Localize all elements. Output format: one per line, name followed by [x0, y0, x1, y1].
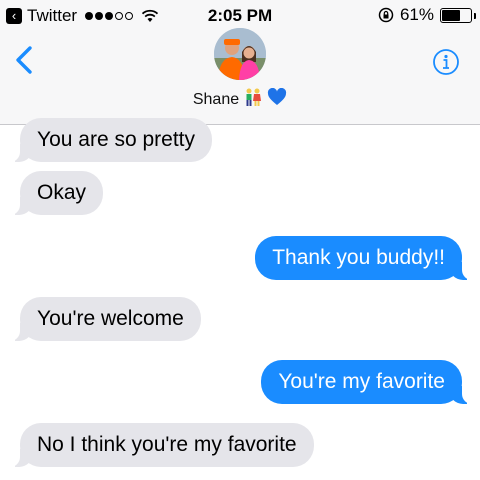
rotation-lock-icon [378, 7, 394, 23]
message-text: Thank you buddy!! [272, 246, 445, 269]
message-text: Okay [37, 181, 87, 204]
message-text: You're welcome [37, 307, 184, 330]
received-message-bubble[interactable]: You're welcome [10, 297, 201, 341]
contact-header[interactable]: Shane [0, 28, 480, 111]
battery-percent: 61% [399, 5, 434, 24]
received-message-bubble[interactable]: You are so pretty [10, 118, 212, 162]
received-message-bubble[interactable]: Okay [9, 171, 104, 215]
battery-icon [440, 7, 476, 23]
sent-message-bubble[interactable]: Thank you buddy!! [255, 236, 472, 280]
received-message-bubble[interactable]: No I think you're my favorite [10, 423, 314, 467]
message-text: No I think you're my favorite [37, 433, 297, 456]
info-icon[interactable] [432, 48, 460, 76]
message-text: You're my favorite [278, 370, 445, 393]
navigation-bar: ‹ Twitter 2:05 PM 61% Shane [0, 0, 480, 125]
battery-fill [442, 9, 461, 21]
blue-heart-icon [267, 87, 287, 111]
message-text: You are so pretty [37, 128, 195, 151]
sent-message-bubble[interactable]: You're my favorite [261, 360, 472, 404]
couple-emoji-icon [243, 88, 263, 111]
contact-name: Shane [192, 90, 240, 108]
contact-avatar [214, 28, 266, 80]
message-thread[interactable]: You are so pretty Okay Thank you buddy!!… [0, 118, 480, 480]
